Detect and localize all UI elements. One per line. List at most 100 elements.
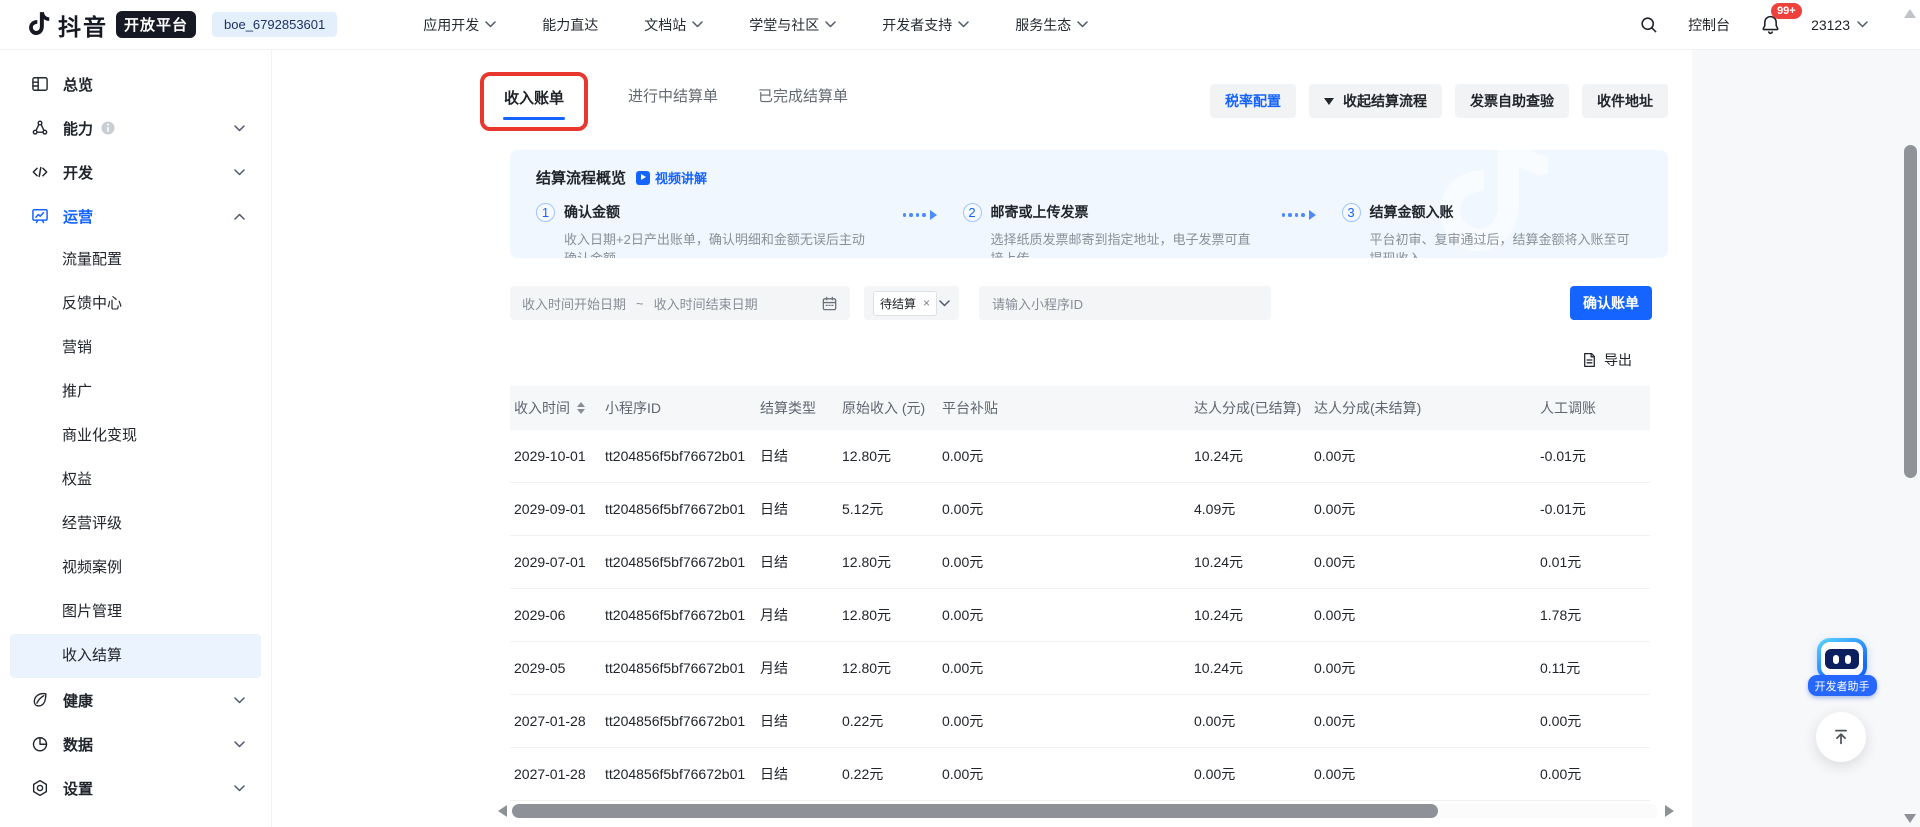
tax-config-button[interactable]: 税率配置: [1210, 84, 1296, 118]
sidebar-subitem-营销[interactable]: 营销: [10, 326, 261, 370]
sidebar-item-能力[interactable]: 能力: [0, 106, 271, 150]
table-cell: 0.01元: [1540, 552, 1650, 572]
export-button[interactable]: 导出: [510, 350, 1668, 370]
miniapp-id-input[interactable]: 请输入小程序ID: [979, 286, 1271, 320]
scroll-right-arrow[interactable]: [1665, 805, 1674, 817]
process-title: 结算流程概览: [536, 167, 626, 188]
table-cell: 0.00元: [1540, 711, 1650, 731]
column-header: 小程序ID: [605, 398, 760, 418]
douyin-logo[interactable]: 抖音 开放平台: [26, 8, 196, 42]
step-title: 结算金额入账: [1370, 202, 1642, 222]
table-cell: 0.00元: [942, 711, 1194, 731]
sidebar-subitem-商业化变现[interactable]: 商业化变现: [10, 414, 261, 458]
search-icon[interactable]: [1639, 15, 1658, 34]
table-row: 2029-10-01tt204856f5bf76672b01日结12.80元0.…: [510, 430, 1650, 483]
chevron-down-icon: [234, 741, 245, 748]
table-cell: 2029-06: [510, 607, 605, 623]
chevron-up-icon: [234, 213, 245, 220]
vertical-scroll-up-arrow[interactable]: [1904, 9, 1916, 18]
status-filter-select[interactable]: 待结算 ×: [864, 286, 959, 320]
sidebar-item-总览[interactable]: 总览: [0, 62, 271, 106]
tab-in-progress-settlements[interactable]: 进行中结算单: [628, 85, 718, 106]
collapse-flow-button[interactable]: 收起结算流程: [1309, 84, 1442, 118]
code-icon: [30, 162, 50, 182]
top-menu-item[interactable]: 学堂与社区: [749, 15, 836, 35]
sidebar-item-运营[interactable]: 运营: [0, 194, 271, 238]
back-to-top-button[interactable]: [1816, 712, 1866, 762]
user-menu[interactable]: 23123: [1811, 17, 1868, 33]
top-menu-item[interactable]: 服务生态: [1015, 15, 1088, 35]
process-steps: 1确认金额收入日期+2日产出账单，确认明细和金额无误后主动确认金额 2 邮寄或上传发…: [536, 202, 1642, 258]
table-cell: 0.00元: [1314, 499, 1540, 519]
brand-name: 抖音: [58, 8, 108, 42]
top-menu-item[interactable]: 应用开发: [423, 15, 496, 35]
video-tutorial-link[interactable]: 视频讲解: [636, 168, 707, 187]
sidebar-subitem-图片管理[interactable]: 图片管理: [10, 590, 261, 634]
table-cell: 5.12元: [842, 499, 942, 519]
top-menu-item[interactable]: 开发者支持: [882, 15, 969, 35]
horizontal-scroll-thumb[interactable]: [512, 804, 1438, 818]
table-body: 2029-10-01tt204856f5bf76672b01日结12.80元0.…: [510, 430, 1650, 801]
chevron-down-icon: [234, 697, 245, 704]
sidebar-item-开发[interactable]: 开发: [0, 150, 271, 194]
page-background-strip: [1692, 50, 1920, 827]
environment-badge: boe_6792853601: [212, 12, 337, 37]
document-icon: [1582, 352, 1597, 368]
sidebar-subitem-收入结算[interactable]: 收入结算: [10, 634, 261, 678]
dotted-arrow-icon: [903, 210, 937, 220]
triangle-down-icon: [1324, 98, 1334, 105]
process-step: 1确认金额收入日期+2日产出账单，确认明细和金额无误后主动确认金额: [536, 202, 873, 258]
sidebar-subitem-经营评级[interactable]: 经营评级: [10, 502, 261, 546]
table-cell: 日结: [760, 711, 842, 731]
sidebar-subitem-推广[interactable]: 推广: [10, 370, 261, 414]
notification-bell[interactable]: 99+: [1760, 13, 1781, 36]
notification-badge: 99+: [1771, 3, 1802, 19]
table-cell: 日结: [760, 499, 842, 519]
table-cell: 10.24元: [1194, 658, 1314, 678]
sidebar-subitem-流量配置[interactable]: 流量配置: [10, 238, 261, 282]
table-cell: 2027-01-28: [510, 766, 605, 782]
top-menu-item[interactable]: 文档站: [644, 15, 703, 35]
sidebar-subitem-权益[interactable]: 权益: [10, 458, 261, 502]
column-header: 结算类型: [760, 398, 842, 418]
sidebar-item-数据[interactable]: 数据: [0, 722, 271, 766]
table-cell: tt204856f5bf76672b01: [605, 607, 760, 623]
tab-actions: 税率配置 收起结算流程 发票自助查验 收件地址: [1210, 84, 1668, 118]
console-link[interactable]: 控制台: [1688, 15, 1730, 35]
step-title: 邮寄或上传发票: [991, 202, 1252, 222]
info-icon: [101, 121, 115, 135]
chevron-down-icon: [825, 21, 836, 28]
operations-icon: [30, 206, 50, 226]
table-cell: 4.09元: [1194, 499, 1314, 519]
sidebar-subitem-反馈中心[interactable]: 反馈中心: [10, 282, 261, 326]
page-body: 总览能力开发运营流量配置反馈中心营销推广商业化变现权益经营评级视频案例图片管理收…: [0, 50, 1920, 827]
top-navigation: 应用开发 能力直达 文档站 学堂与社区 开发者支持 服务生态: [423, 15, 1088, 35]
sidebar-item-设置[interactable]: 设置: [0, 766, 271, 810]
vertical-scroll-down-arrow[interactable]: [1904, 814, 1916, 823]
assistant-label: 开发者助手: [1808, 675, 1877, 696]
sidebar-item-健康[interactable]: 健康: [0, 678, 271, 722]
developer-assistant-widget[interactable]: 开发者助手: [1816, 638, 1868, 696]
filter-row: 收入时间开始日期 ~ 收入时间结束日期 待结算 ×: [510, 286, 1668, 320]
date-range-input[interactable]: 收入时间开始日期 ~ 收入时间结束日期: [510, 286, 850, 320]
table-cell: 日结: [760, 764, 842, 784]
table-cell: tt204856f5bf76672b01: [605, 501, 760, 517]
confirm-bill-button[interactable]: 确认账单: [1570, 286, 1652, 320]
tab-completed-settlements[interactable]: 已完成结算单: [758, 85, 848, 106]
sidebar-subitem-视频案例[interactable]: 视频案例: [10, 546, 261, 590]
topbar: 抖音 开放平台 boe_6792853601 应用开发 能力直达 文档站 学堂与社区 开…: [0, 0, 1920, 50]
table-cell: 0.00元: [1314, 605, 1540, 625]
table-cell: 12.80元: [842, 658, 942, 678]
red-annotation-box: 收入账单: [480, 72, 588, 131]
remove-tag-icon[interactable]: ×: [923, 297, 930, 309]
tab-income-bills[interactable]: 收入账单: [503, 87, 565, 120]
vertical-scroll-thumb[interactable]: [1904, 145, 1917, 478]
top-menu-item[interactable]: 能力直达: [542, 15, 598, 35]
step-number: 2: [963, 203, 982, 222]
sort-icon[interactable]: [577, 402, 585, 415]
scroll-left-arrow[interactable]: [498, 805, 507, 817]
horizontal-scrollbar: [510, 802, 1668, 822]
table-cell: 0.00元: [942, 658, 1194, 678]
invoice-check-button[interactable]: 发票自助查验: [1455, 84, 1569, 118]
mail-address-button[interactable]: 收件地址: [1582, 84, 1668, 118]
